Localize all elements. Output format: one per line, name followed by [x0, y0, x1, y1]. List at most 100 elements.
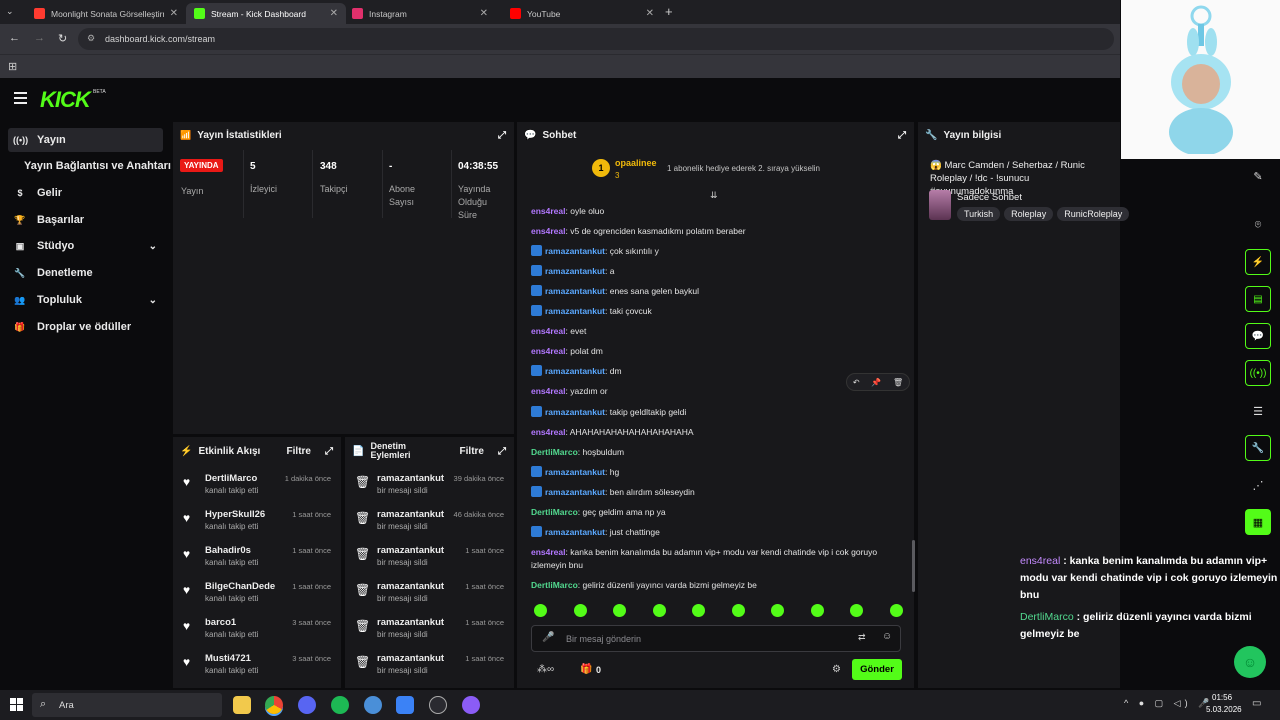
- browser-tab[interactable]: Instagram ✕: [344, 3, 496, 24]
- emote-button[interactable]: [613, 604, 626, 617]
- notes-icon[interactable]: ▤: [1245, 286, 1271, 312]
- chrome-icon[interactable]: [265, 696, 283, 714]
- wrench-icon[interactable]: 🔧: [1245, 435, 1271, 461]
- chat-message[interactable]: ramazantankut: ben alırdım söleseydin: [531, 486, 901, 499]
- chat-message[interactable]: ramazantankut: just chattinge: [531, 526, 901, 539]
- edit-icon[interactable]: ✎: [1245, 163, 1271, 189]
- reload-icon[interactable]: ↻: [58, 32, 67, 45]
- emote-button[interactable]: [573, 604, 587, 617]
- list-item-name[interactable]: Bahadir0s: [205, 545, 258, 556]
- site-info-icon[interactable]: ⚙: [87, 33, 95, 44]
- chat-message[interactable]: ens4real: evet: [531, 325, 901, 338]
- chat-username[interactable]: DertliMarco: [531, 447, 578, 457]
- emoji-icon[interactable]: ☺: [882, 631, 892, 642]
- chat-message[interactable]: ramazantankut: a: [531, 265, 901, 278]
- url-field[interactable]: ⚙ dashboard.kick.com/stream: [78, 28, 1114, 50]
- list-item-name[interactable]: BilgeChanDede: [205, 581, 275, 592]
- expand-icon[interactable]: ⤢: [498, 130, 514, 141]
- browser-tab[interactable]: Moonlight Sonata Görselleştirm ✕: [26, 3, 186, 24]
- reply-icon[interactable]: ↶: [853, 378, 860, 387]
- obs-icon[interactable]: [298, 696, 316, 714]
- sidebar-item[interactable]: 🎁 Droplar ve ödüller: [8, 315, 163, 339]
- pin-icon[interactable]: 📌: [871, 378, 881, 387]
- chat-username[interactable]: ens4real: [531, 427, 566, 437]
- tab-close-icon[interactable]: ✕: [170, 8, 178, 19]
- sidebar-item[interactable]: 👥 Topluluk ⌄: [8, 288, 163, 312]
- translate-icon[interactable]: ⇄: [858, 632, 866, 643]
- chat-username[interactable]: ens4real: [531, 386, 566, 396]
- sidebar-item[interactable]: $ Gelir: [8, 181, 163, 205]
- chat-message[interactable]: DertliMarco: geliriz düzenli yayıncı var…: [531, 579, 901, 592]
- chat-message[interactable]: ens4real: yazdım or: [531, 385, 901, 398]
- chat-username[interactable]: ens4real: [531, 226, 566, 236]
- chat-message[interactable]: ramazantankut: enes sana gelen baykul: [531, 285, 901, 298]
- chat-username[interactable]: ens4real: [531, 346, 566, 356]
- clip-icon[interactable]: ▦: [1245, 509, 1271, 535]
- notification-icon[interactable]: ▭: [1252, 698, 1261, 709]
- emote-button[interactable]: [771, 604, 784, 617]
- chat-scrollbar[interactable]: [912, 540, 915, 592]
- delete-icon[interactable]: 🗑: [893, 378, 903, 387]
- app-icon[interactable]: [462, 696, 480, 714]
- sidebar-item[interactable]: ((•)) Yayın: [8, 128, 163, 152]
- kick-logo[interactable]: KICK: [40, 87, 91, 113]
- emote-button[interactable]: [889, 604, 903, 617]
- chat-message[interactable]: ens4real: polat dm: [531, 345, 901, 358]
- sidebar-item[interactable]: ▣ Stüdyo ⌄: [8, 234, 163, 258]
- stream-tag[interactable]: Roleplay: [1004, 207, 1054, 221]
- taskbar-search[interactable]: ⌕ Ara: [32, 693, 222, 717]
- chat-message[interactable]: ramazantankut: takip geldltakip geldi: [531, 406, 901, 419]
- tray-icons[interactable]: ^ ● ▢ ◁) 🎤: [1124, 698, 1213, 709]
- microphone-icon[interactable]: 🎤: [542, 632, 554, 643]
- forward-icon[interactable]: →: [34, 32, 45, 44]
- tab-close-icon[interactable]: ✕: [646, 8, 654, 19]
- expand-icon[interactable]: ⤢: [490, 446, 514, 457]
- gift-icon[interactable]: 🎁: [580, 664, 592, 675]
- steam-icon[interactable]: [429, 696, 447, 714]
- list-item-name[interactable]: DertliMarco: [205, 473, 258, 484]
- points-icon[interactable]: ⁂∞: [537, 664, 554, 675]
- chat-username[interactable]: ramazantankut: [545, 527, 605, 537]
- chat-message[interactable]: ramazantankut: hg: [531, 466, 901, 479]
- expand-icon[interactable]: ⤢: [317, 446, 341, 457]
- chat-input[interactable]: 🎤 Bir mesaj gönderin ⇄ ☺: [531, 625, 901, 652]
- chat-username[interactable]: ramazantankut: [545, 487, 605, 497]
- back-icon[interactable]: ←: [9, 32, 20, 44]
- sidebar-item[interactable]: 🏆 Başarılar: [8, 208, 163, 232]
- chevron-down-icon[interactable]: ⌄: [149, 295, 163, 306]
- mod-filter-button[interactable]: Filtre: [460, 446, 484, 457]
- chat-message[interactable]: ens4real: oyle oluo: [531, 205, 901, 218]
- tab-close-icon[interactable]: ✕: [330, 8, 338, 19]
- emote-button[interactable]: [692, 604, 705, 617]
- emote-button[interactable]: [731, 604, 745, 617]
- tab-close-icon[interactable]: ✕: [480, 8, 488, 19]
- send-button[interactable]: Gönder: [852, 659, 902, 680]
- windows-start-icon[interactable]: [10, 698, 23, 711]
- pinned-toggle-icon[interactable]: ⇊: [710, 190, 718, 201]
- browser-tab[interactable]: YouTube ✕: [502, 3, 662, 24]
- hamburger-menu-icon[interactable]: [14, 92, 27, 104]
- share-icon[interactable]: ⋰: [1245, 472, 1271, 498]
- chat-username[interactable]: ramazantankut: [545, 407, 605, 417]
- stream-tag[interactable]: Turkish: [957, 207, 1001, 221]
- emote-button[interactable]: [810, 604, 824, 617]
- quick-action-icon[interactable]: ⚡: [1245, 249, 1271, 275]
- list-item-name[interactable]: ramazantankut: [377, 545, 444, 556]
- chat-message[interactable]: DertliMarco: hoşbuldum: [531, 446, 901, 459]
- chat-username[interactable]: ens4real: [531, 547, 566, 557]
- file-explorer-icon[interactable]: [233, 696, 251, 714]
- list-item-name[interactable]: ramazantankut: [377, 617, 444, 628]
- sidebar-item[interactable]: Yayın Bağlantısı ve Anahtarı: [8, 154, 173, 178]
- emote-button[interactable]: [850, 604, 863, 617]
- chat-message[interactable]: ens4real: AHAHAHAHAHAHAHAHAHAHA: [531, 426, 901, 439]
- emote-button[interactable]: [534, 604, 547, 617]
- chat-username[interactable]: DertliMarco: [531, 507, 578, 517]
- chat-username[interactable]: ramazantankut: [545, 266, 605, 276]
- broadcast-icon[interactable]: ((•)): [1245, 360, 1271, 386]
- new-tab-button[interactable]: +: [665, 4, 673, 19]
- chat-message[interactable]: DertliMarco: geç geldim ama np ya: [531, 506, 901, 519]
- chat-username[interactable]: ens4real: [531, 206, 566, 216]
- chat-username[interactable]: DertliMarco: [531, 580, 578, 590]
- chat-username[interactable]: ramazantankut: [545, 306, 605, 316]
- app-icon[interactable]: [396, 696, 414, 714]
